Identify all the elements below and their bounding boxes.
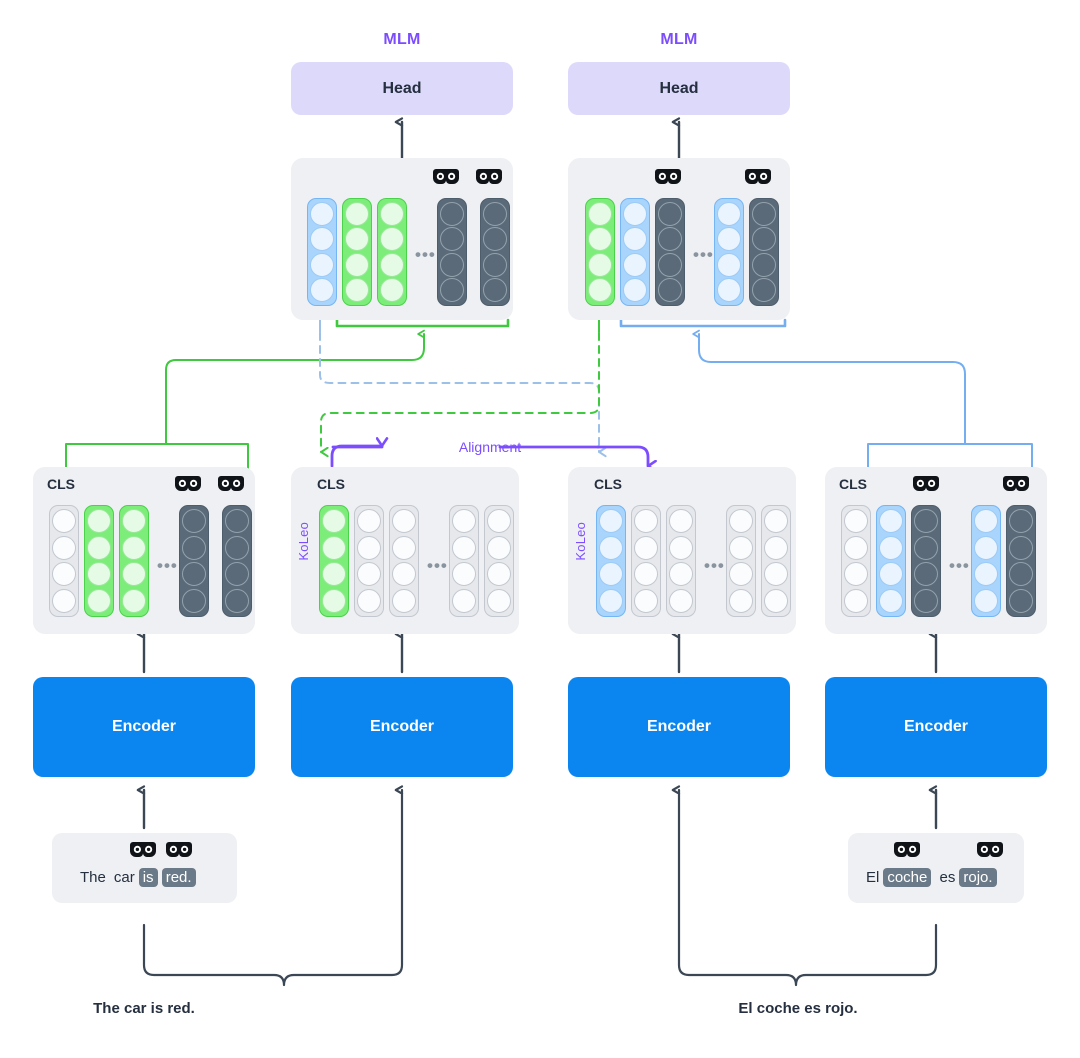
ellipsis: ••• xyxy=(427,556,448,575)
panel-encoder-output-spanish-clean[interactable]: CLS KoLeo ••• xyxy=(568,467,796,634)
token-masked: red. xyxy=(161,868,196,887)
mask-icon xyxy=(218,475,244,497)
token-column[interactable] xyxy=(1006,505,1036,617)
ellipsis: ••• xyxy=(949,556,970,575)
token-column[interactable] xyxy=(119,505,149,617)
mask-icon xyxy=(977,841,1003,863)
token-column[interactable] xyxy=(876,505,906,617)
token-column[interactable] xyxy=(971,505,1001,617)
ellipsis: ••• xyxy=(157,556,178,575)
token-column[interactable] xyxy=(179,505,209,617)
token-masked: is xyxy=(138,868,158,887)
token-column[interactable] xyxy=(726,505,756,617)
mlm-label-left: MLM xyxy=(383,31,421,48)
token-column[interactable] xyxy=(49,505,79,617)
caption-english: The car is red. xyxy=(93,1000,195,1017)
koleo-label: KoLeo xyxy=(573,522,588,561)
token-column[interactable] xyxy=(761,505,791,617)
mask-icon xyxy=(175,475,201,497)
token-column[interactable] xyxy=(714,198,744,306)
mask-icon xyxy=(913,475,939,497)
panel-encoder-output-english-clean[interactable]: CLS KoLeo ••• xyxy=(291,467,519,634)
token-column[interactable] xyxy=(354,505,384,617)
caption-spanish: El coche es rojo. xyxy=(738,1000,858,1017)
ellipsis: ••• xyxy=(693,245,714,264)
mlm-head-left[interactable]: Head xyxy=(291,62,513,115)
token-column[interactable] xyxy=(655,198,685,306)
mask-icon xyxy=(433,168,459,190)
encoder-4[interactable]: Encoder xyxy=(825,677,1047,777)
token-plain: es xyxy=(939,869,956,886)
input-box-spanish[interactable]: El coche es rojo. xyxy=(848,833,1024,903)
cls-label: CLS xyxy=(317,476,345,492)
token-masked: coche xyxy=(883,868,932,887)
token-column[interactable] xyxy=(596,505,626,617)
token-column[interactable] xyxy=(484,505,514,617)
panel-encoder-output-spanish-masked[interactable]: CLS ••• xyxy=(825,467,1047,634)
token-plain: The xyxy=(80,869,106,886)
token-column[interactable] xyxy=(585,198,615,306)
token-column[interactable] xyxy=(631,505,661,617)
sentence-spanish: El coche es rojo. xyxy=(862,868,997,887)
token-column[interactable] xyxy=(841,505,871,617)
token-column[interactable] xyxy=(222,505,252,617)
mask-icon xyxy=(655,168,681,190)
token-plain: car xyxy=(113,869,135,886)
panel-mlm-embeddings-english[interactable]: ••• xyxy=(291,158,513,320)
token-column[interactable] xyxy=(377,198,407,306)
token-column[interactable] xyxy=(437,198,467,306)
cls-label: CLS xyxy=(839,476,867,492)
mask-icon xyxy=(894,841,920,863)
token-column[interactable] xyxy=(342,198,372,306)
mask-icon xyxy=(745,168,771,190)
token-plain: El xyxy=(866,869,880,886)
token-column[interactable] xyxy=(84,505,114,617)
token-column[interactable] xyxy=(389,505,419,617)
ellipsis: ••• xyxy=(704,556,725,575)
token-column[interactable] xyxy=(319,505,349,617)
sentence-english: The car is red. xyxy=(76,868,196,887)
mask-icon xyxy=(476,168,502,190)
cls-label: CLS xyxy=(47,476,75,492)
token-column[interactable] xyxy=(749,198,779,306)
token-masked: rojo. xyxy=(959,868,997,887)
ellipsis: ••• xyxy=(415,245,436,264)
diagram-canvas: Alignment MLM MLM Head Head ••• ••• CLS … xyxy=(0,0,1080,1058)
input-box-english[interactable]: The car is red. xyxy=(52,833,237,903)
mask-icon xyxy=(130,841,156,863)
token-column[interactable] xyxy=(480,198,510,306)
token-column[interactable] xyxy=(307,198,337,306)
token-column[interactable] xyxy=(666,505,696,617)
mlm-head-right[interactable]: Head xyxy=(568,62,790,115)
panel-encoder-output-english-masked[interactable]: CLS ••• xyxy=(33,467,255,634)
alignment-label: Alignment xyxy=(459,439,521,455)
mask-icon xyxy=(166,841,192,863)
mask-icon xyxy=(1003,475,1029,497)
token-column[interactable] xyxy=(449,505,479,617)
token-column[interactable] xyxy=(911,505,941,617)
encoder-2[interactable]: Encoder xyxy=(291,677,513,777)
cls-label: CLS xyxy=(594,476,622,492)
koleo-label: KoLeo xyxy=(296,522,311,561)
panel-mlm-embeddings-spanish[interactable]: ••• xyxy=(568,158,790,320)
mlm-label-right: MLM xyxy=(660,31,698,48)
encoder-1[interactable]: Encoder xyxy=(33,677,255,777)
token-column[interactable] xyxy=(620,198,650,306)
encoder-3[interactable]: Encoder xyxy=(568,677,790,777)
